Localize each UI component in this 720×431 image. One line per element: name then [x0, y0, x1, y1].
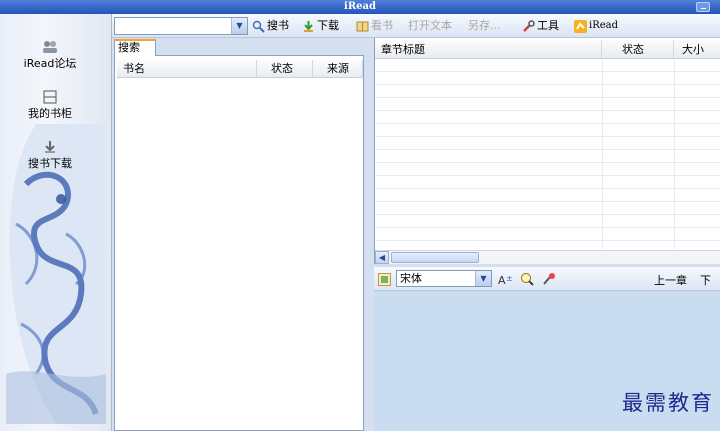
iread-button[interactable]: iRead [574, 18, 618, 34]
tab-strip: 搜索 [114, 38, 364, 57]
search-panel: 搜索 书名 状态 来源 [114, 38, 364, 431]
search-results-list[interactable]: 书名 状态 来源 [114, 56, 364, 431]
wrench-icon [523, 19, 535, 32]
column-divider [602, 59, 603, 249]
sidebar: iRead论坛 我的书柜 搜书下载 [0, 14, 112, 431]
open-text-button[interactable]: 打开文本 [408, 18, 452, 34]
save-as-button[interactable]: 另存... [468, 18, 501, 34]
scroll-left-icon[interactable]: ◀ [375, 251, 389, 264]
svg-text:±: ± [506, 274, 513, 283]
reader-toolbar: 宋体 ▼ A ± 上一章 下 [374, 267, 720, 291]
next-chapter-button[interactable]: 下 [700, 272, 711, 288]
minimize-button[interactable] [696, 2, 710, 12]
chapter-list-header: 章节标题 状态 大小 [375, 40, 720, 59]
bookshelf-icon [43, 90, 57, 104]
zoom-icon[interactable] [520, 272, 534, 286]
download-icon [45, 141, 55, 153]
font-settings-icon[interactable] [378, 273, 391, 286]
sidebar-item-forum[interactable]: iRead论坛 [0, 40, 100, 71]
search-books-button[interactable]: 搜书 [252, 18, 289, 34]
read-book-button[interactable]: 看书 [356, 18, 393, 34]
chapter-list[interactable]: 章节标题 状态 大小 ◀ [374, 38, 720, 264]
column-header-source[interactable]: 来源 [313, 60, 363, 78]
sidebar-item-bookshelf[interactable]: 我的书柜 [0, 90, 100, 121]
toolbar: ▼ 搜书 下载 看书 打开文本 另存... 工具 iRead [112, 14, 720, 38]
column-header-status[interactable]: 状态 [257, 60, 313, 78]
sidebar-item-download[interactable]: 搜书下载 [0, 140, 100, 171]
color-brush-icon[interactable] [542, 272, 556, 286]
iread-logo-icon [574, 19, 587, 33]
sidebar-item-label: 搜书下载 [28, 157, 72, 170]
window-title: iRead [344, 1, 376, 12]
search-results-header: 书名 状态 来源 [117, 60, 363, 78]
font-size-icon[interactable]: A ± [498, 273, 514, 286]
search-input[interactable] [115, 18, 229, 34]
chapter-rows [375, 59, 720, 249]
chevron-down-icon[interactable]: ▼ [231, 18, 247, 34]
chevron-down-icon[interactable]: ▼ [475, 271, 491, 286]
magnifier-icon [252, 20, 265, 33]
prev-chapter-button[interactable]: 上一章 [654, 272, 687, 288]
font-select[interactable]: 宋体 ▼ [396, 270, 492, 287]
column-header-title[interactable]: 书名 [117, 60, 257, 78]
column-divider [674, 59, 675, 249]
scrollbar-thumb[interactable] [391, 252, 479, 263]
svg-text:A: A [498, 274, 506, 286]
horizontal-scrollbar[interactable]: ◀ [375, 250, 720, 264]
reader-area[interactable]: 最需教育 [374, 291, 720, 431]
sidebar-item-label: 我的书柜 [28, 107, 72, 120]
download-arrow-icon [304, 20, 313, 32]
search-combobox[interactable]: ▼ [114, 17, 248, 35]
tab-search[interactable]: 搜索 [114, 39, 156, 57]
title-bar: iRead [0, 0, 720, 14]
book-icon [356, 21, 369, 31]
watermark: 最需教育 [622, 391, 714, 415]
tools-button[interactable]: 工具 [522, 18, 559, 34]
people-icon [43, 41, 57, 53]
download-button[interactable]: 下载 [302, 18, 339, 34]
sidebar-item-label: iRead论坛 [23, 57, 77, 70]
column-header-chapter-size[interactable]: 大小 [674, 40, 720, 58]
column-header-chapter-status[interactable]: 状态 [602, 40, 674, 58]
column-header-chapter-title[interactable]: 章节标题 [375, 40, 602, 58]
